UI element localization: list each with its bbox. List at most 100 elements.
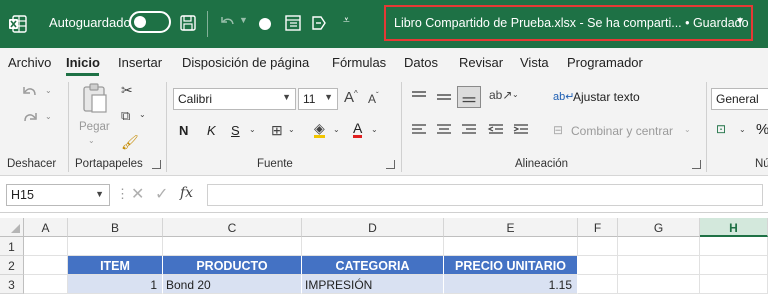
table-cell-producto[interactable]: Bond 20 [163,275,302,294]
orientation-icon[interactable]: ab↗ [489,88,512,102]
undo-ribbon-icon[interactable] [20,84,40,102]
cell[interactable] [700,275,768,294]
orientation-dropdown-icon[interactable]: ⌄ [512,90,519,99]
alignment-launcher-icon[interactable] [692,160,701,169]
tab-formulas[interactable]: Fórmulas [332,55,386,70]
insert-function-button[interactable]: fx [180,185,193,201]
tab-inicio[interactable]: Inicio [66,55,100,70]
tab-archivo[interactable]: Archivo [8,55,51,70]
copy-icon[interactable]: ⧉ [121,108,130,124]
column-header-b[interactable]: B [68,218,163,237]
cell[interactable] [444,237,578,256]
cut-icon[interactable]: ✂ [121,82,133,99]
table-header-producto[interactable]: PRODUCTO [163,256,302,275]
table-header-precio-unitario[interactable]: PRECIO UNITARIO [444,256,578,275]
cell[interactable] [24,237,68,256]
font-name-select[interactable]: Calibri ▼ [173,88,296,110]
autosave-toggle[interactable] [129,11,171,33]
form-icon[interactable] [284,14,302,32]
formula-input[interactable] [207,184,763,206]
paste-dropdown-icon[interactable]: ⌄ [88,136,95,145]
clipboard-launcher-icon[interactable] [152,160,161,169]
tab-datos[interactable]: Datos [404,55,438,70]
row-header-3[interactable]: 3 [0,275,24,294]
save-icon[interactable] [179,14,197,32]
row-header-2[interactable]: 2 [0,256,24,275]
table-header-categoria[interactable]: CATEGORIA [302,256,444,275]
accounting-dropdown-icon[interactable]: ⌄ [739,125,746,134]
font-size-select[interactable]: 11 ▼ [298,88,338,110]
tab-insertar[interactable]: Insertar [118,55,162,70]
number-format-select[interactable]: General [711,88,768,110]
file-name-button[interactable]: Libro Compartido de Prueba.xlsx - Se ha … [384,5,753,41]
column-header-h[interactable]: H [700,218,768,237]
select-all-button[interactable] [0,218,24,237]
merge-center-button[interactable]: Combinar y centrar [571,124,673,138]
cell[interactable] [302,237,444,256]
font-color-dropdown-icon[interactable]: ⌄ [371,125,378,134]
cell[interactable] [700,256,768,275]
undo-dropdown-icon[interactable]: ▼ [239,15,248,25]
column-header-d[interactable]: D [302,218,444,237]
undo-dropdown-icon[interactable]: ⌄ [45,86,52,95]
cell[interactable] [578,256,618,275]
cell[interactable] [618,256,700,275]
align-left-icon[interactable] [410,123,428,137]
wrap-text-button[interactable]: Ajustar texto [573,90,640,104]
enter-icon[interactable]: ✓ [155,184,168,204]
cell[interactable] [578,237,618,256]
borders-dropdown-icon[interactable]: ⌄ [288,125,295,134]
align-middle-icon[interactable] [435,90,453,106]
table-cell-precio[interactable]: 1.15 [444,275,578,294]
cell[interactable] [618,237,700,256]
record-icon[interactable] [257,16,273,32]
underline-button[interactable]: S [231,123,240,138]
accounting-format-icon[interactable]: ⊡ [716,122,726,136]
borders-icon[interactable]: ⊞ [271,122,283,139]
paste-label[interactable]: Pegar [79,121,110,133]
name-box[interactable]: H15 ▼ [6,184,110,206]
fill-color-icon[interactable]: ◈ [314,121,325,138]
underline-dropdown-icon[interactable]: ⌄ [249,125,256,134]
percent-icon[interactable]: % [756,121,768,138]
font-launcher-icon[interactable] [386,160,395,169]
decrease-indent-icon[interactable] [487,123,505,137]
cell[interactable] [578,275,618,294]
cell[interactable] [24,256,68,275]
row-header-1[interactable]: 1 [0,237,24,256]
column-header-a[interactable]: A [24,218,68,237]
align-top-icon[interactable] [410,90,428,106]
table-header-item[interactable]: ITEM [68,256,163,275]
tab-vista[interactable]: Vista [520,55,549,70]
customize-toolbar-icon[interactable]: ⩡ [343,13,350,28]
redo-dropdown-icon[interactable]: ⌄ [45,112,52,121]
fill-color-dropdown-icon[interactable]: ⌄ [333,125,340,134]
increase-font-icon[interactable]: A^ [344,89,358,106]
align-right-icon[interactable] [460,123,478,137]
align-bottom-icon[interactable] [457,86,481,108]
cell[interactable] [700,237,768,256]
paste-icon[interactable] [79,82,111,114]
align-center-icon[interactable] [435,123,453,137]
column-header-f[interactable]: F [578,218,618,237]
merge-dropdown-icon[interactable]: ⌄ [684,125,691,134]
redo-ribbon-icon[interactable] [20,110,40,128]
tab-disposicion[interactable]: Disposición de página [182,55,309,70]
italic-button[interactable]: K [207,123,216,138]
column-header-c[interactable]: C [163,218,302,237]
tab-programador[interactable]: Programador [567,55,643,70]
cell[interactable] [163,237,302,256]
tab-revisar[interactable]: Revisar [459,55,503,70]
cell[interactable] [618,275,700,294]
cell[interactable] [24,275,68,294]
column-header-e[interactable]: E [444,218,578,237]
format-painter-icon[interactable]: 🖌 [121,134,139,151]
increase-indent-icon[interactable] [512,123,530,137]
cell[interactable] [68,237,163,256]
copy-dropdown-icon[interactable]: ⌄ [139,110,146,119]
table-cell-categoria[interactable]: IMPRESIÓN [302,275,444,294]
table-cell-item[interactable]: 1 [68,275,163,294]
share-flow-icon[interactable] [310,14,328,32]
cancel-icon[interactable]: ✕ [131,184,144,204]
bold-button[interactable]: N [179,123,188,138]
